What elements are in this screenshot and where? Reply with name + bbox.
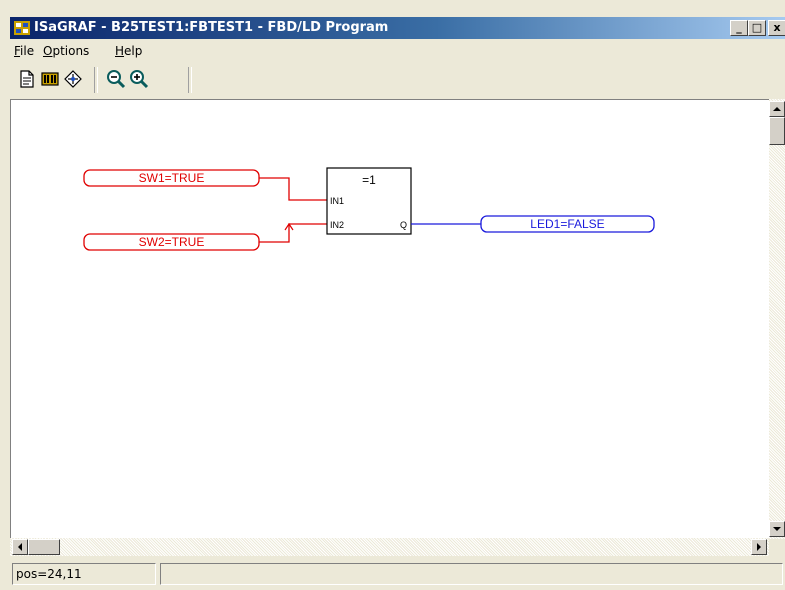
network-icon[interactable] <box>63 69 83 89</box>
zoom-out-icon[interactable] <box>106 69 126 89</box>
maximize-button[interactable]: □ <box>748 20 766 36</box>
menu-bar: File Options Help <box>10 40 785 62</box>
input-variable-sw2[interactable]: SW2=TRUE <box>83 233 260 251</box>
toolbar-separator <box>188 67 192 93</box>
vertical-scrollbar[interactable] <box>769 99 785 539</box>
menu-options[interactable]: Options <box>43 44 89 58</box>
zoom-in-icon[interactable] <box>129 69 149 89</box>
library-icon[interactable] <box>40 69 60 89</box>
isagraf-window: ISaGRAF - B25TEST1:FBTEST1 - FBD/LD Prog… <box>0 0 785 590</box>
wire-sw2-in2 <box>259 223 327 243</box>
menu-file[interactable]: File <box>14 44 34 58</box>
input-label-sw1: SW1=TRUE <box>139 171 205 185</box>
status-message-pane <box>160 563 783 585</box>
block-name: =1 <box>362 173 376 187</box>
toolbar <box>10 63 785 97</box>
wire-sw1-in1 <box>259 177 327 201</box>
scroll-right-button[interactable] <box>751 539 767 555</box>
minimize-button[interactable]: _ <box>730 20 748 36</box>
function-block-xor[interactable]: =1 IN1 IN2 Q <box>326 167 412 235</box>
toolbar-separator <box>94 67 98 93</box>
menu-help[interactable]: Help <box>115 44 142 58</box>
scroll-left-button[interactable] <box>12 539 28 555</box>
document-icon[interactable] <box>17 69 37 89</box>
pin-in2-label: IN2 <box>330 220 344 230</box>
isagraf-app-icon <box>14 21 30 35</box>
output-label-led1: LED1=FALSE <box>530 217 604 231</box>
status-bar: pos=24,11 <box>10 560 785 590</box>
fbd-canvas[interactable]: SW1=TRUE SW2=TRUE =1 IN1 IN2 Q LED1=FALS… <box>10 99 769 538</box>
fbd-diagram: SW1=TRUE SW2=TRUE =1 IN1 IN2 Q LED1=FALS… <box>83 167 655 251</box>
pin-in1-label: IN1 <box>330 196 344 206</box>
title-bar[interactable]: ISaGRAF - B25TEST1:FBTEST1 - FBD/LD Prog… <box>10 17 785 39</box>
status-position: pos=24,11 <box>12 563 156 585</box>
scroll-up-button[interactable] <box>769 101 785 117</box>
arrow-left-icon <box>18 543 22 551</box>
pin-q-label: Q <box>400 220 407 230</box>
maximize-icon: □ <box>751 21 763 34</box>
arrow-down-icon <box>773 527 781 531</box>
scroll-down-button[interactable] <box>769 521 785 537</box>
vertical-scroll-thumb[interactable] <box>769 117 785 145</box>
input-variable-sw1[interactable]: SW1=TRUE <box>83 169 260 187</box>
output-variable-led1[interactable]: LED1=FALSE <box>480 215 655 233</box>
arrow-right-icon <box>757 543 761 551</box>
window-title: ISaGRAF - B25TEST1:FBTEST1 - FBD/LD Prog… <box>34 20 389 35</box>
horizontal-scrollbar[interactable] <box>10 538 769 556</box>
arrow-up-icon <box>773 107 781 111</box>
scrollbar-corner <box>769 539 785 556</box>
minimize-icon: _ <box>736 21 742 34</box>
close-button[interactable]: x <box>768 20 785 36</box>
input-label-sw2: SW2=TRUE <box>139 235 205 249</box>
horizontal-scroll-thumb[interactable] <box>28 539 60 555</box>
close-icon: x <box>773 21 781 34</box>
